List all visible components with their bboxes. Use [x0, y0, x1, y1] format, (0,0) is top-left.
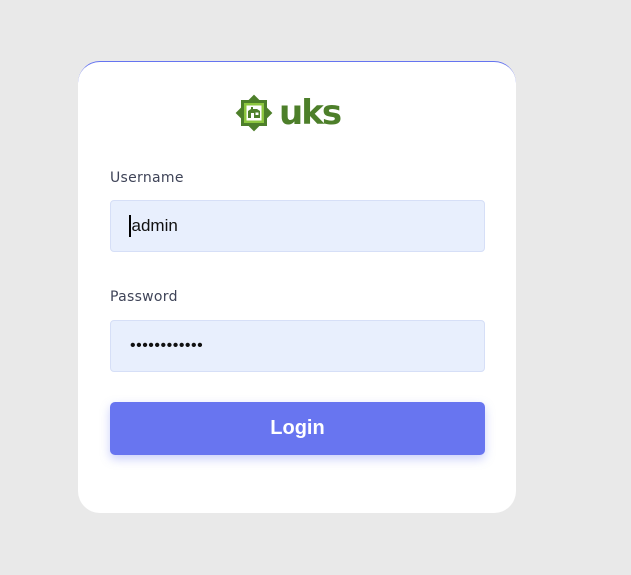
- uks-emblem-icon: [231, 90, 277, 136]
- username-label: Username: [110, 170, 184, 186]
- password-masked-value: ••••••••••••: [130, 337, 204, 354]
- login-card: uks Username admin Password ••••••••••••…: [78, 61, 516, 513]
- logo-text: uks: [279, 93, 342, 133]
- password-label: Password: [110, 289, 178, 305]
- username-value: admin: [131, 216, 178, 235]
- login-button-label: Login: [270, 417, 325, 439]
- password-input[interactable]: ••••••••••••: [110, 320, 485, 372]
- username-input[interactable]: admin: [110, 200, 485, 252]
- text-caret: [129, 215, 131, 237]
- uks-logo: uks: [231, 88, 351, 138]
- login-button[interactable]: Login: [110, 402, 485, 455]
